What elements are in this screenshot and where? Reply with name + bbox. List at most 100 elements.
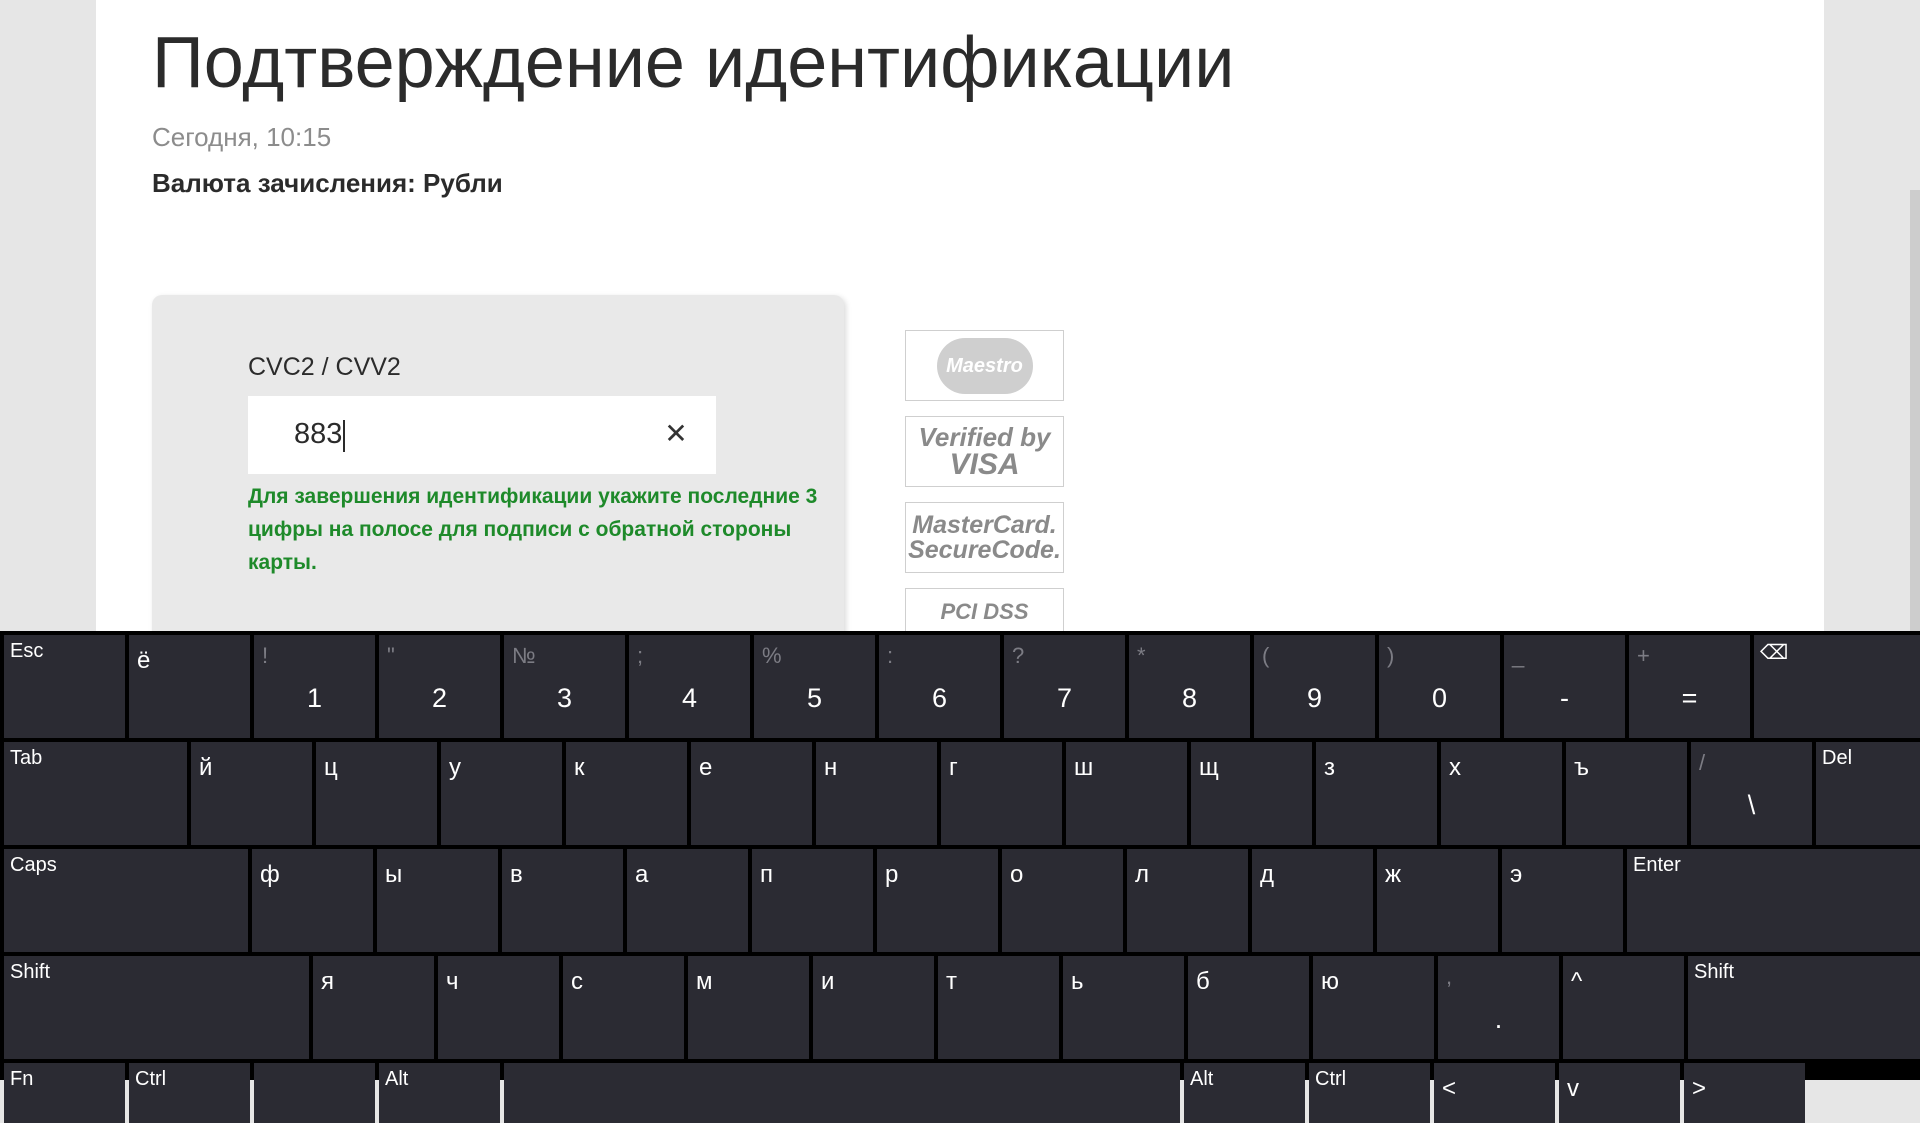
key-э[interactable]: э [1502, 849, 1623, 952]
key-ь[interactable]: ь [1063, 956, 1184, 1059]
key-blank[interactable] [254, 1063, 375, 1123]
key-в[interactable]: в [502, 849, 623, 952]
key-period[interactable]: ,. [1438, 956, 1559, 1059]
key-secondary-label: ? [1012, 643, 1025, 668]
text-caret [343, 419, 346, 452]
key-7[interactable]: ? 7 [1004, 635, 1125, 738]
key-ю[interactable]: ю [1313, 956, 1434, 1059]
key-а[interactable]: а [627, 849, 748, 952]
key-equals[interactable]: + = [1629, 635, 1750, 738]
key-о[interactable]: о [1002, 849, 1123, 952]
key-я[interactable]: я [313, 956, 434, 1059]
key-и[interactable]: и [813, 956, 934, 1059]
key-9[interactable]: (9 [1254, 635, 1375, 738]
key-т[interactable]: т [938, 956, 1059, 1059]
key-label: м [696, 968, 713, 995]
key-й[interactable]: й [191, 742, 312, 845]
key-label: 5 [806, 683, 823, 713]
key-secondary-label: % [762, 643, 782, 668]
key-4[interactable]: ; 4 [629, 635, 750, 738]
key-щ[interactable]: щ [1191, 742, 1312, 845]
key-label: Tab [10, 747, 43, 769]
key-ж[interactable]: ж [1377, 849, 1498, 952]
key-3[interactable]: № 3 [504, 635, 625, 738]
page-title: Подтверждение идентификации [152, 23, 1235, 103]
key-2[interactable]: " 2 [379, 635, 500, 738]
key-blank[interactable] [504, 1063, 1180, 1123]
key-esc[interactable]: Esc [4, 635, 125, 738]
key-secondary-label: ( [1262, 643, 1270, 668]
key-д[interactable]: д [1252, 849, 1373, 952]
key-ч[interactable]: ч [438, 956, 559, 1059]
maestro-logo: Maestro [905, 330, 1064, 401]
key-down[interactable]: v [1559, 1063, 1680, 1123]
key-ц[interactable]: ц [316, 742, 437, 845]
key-label: 9 [1306, 683, 1323, 713]
key-enter[interactable]: Enter [1627, 849, 1920, 952]
key-е[interactable]: е [691, 742, 812, 845]
key-left[interactable]: < [1434, 1063, 1555, 1123]
key-ф[interactable]: ф [252, 849, 373, 952]
key-label: х [1449, 754, 1461, 781]
key-ё[interactable]: ё [129, 635, 250, 738]
key-secondary-label: ! [262, 643, 269, 668]
key-6[interactable]: :6 [879, 635, 1000, 738]
key-8[interactable]: * 8 [1129, 635, 1250, 738]
key-secondary-label: : [887, 643, 894, 668]
key-р[interactable]: р [877, 849, 998, 952]
key-secondary-label: , [1446, 964, 1453, 989]
key-fn[interactable]: Fn [4, 1063, 125, 1123]
key-ы[interactable]: ы [377, 849, 498, 952]
key-label: е [699, 754, 713, 781]
key-right[interactable]: > [1684, 1063, 1805, 1123]
key-shift[interactable]: Shift [4, 956, 309, 1059]
key-х[interactable]: х [1441, 742, 1562, 845]
key-г[interactable]: г [941, 742, 1062, 845]
key-alt[interactable]: Alt [1184, 1063, 1305, 1123]
key-minus[interactable]: _ - [1504, 635, 1625, 738]
key-к[interactable]: к [566, 742, 687, 845]
cvc-input[interactable]: 883 ✕ [248, 396, 716, 474]
key-caps[interactable]: Caps [4, 849, 248, 952]
key-ctrl[interactable]: Ctrl [1309, 1063, 1430, 1123]
key-label: з [1324, 754, 1336, 781]
key-п[interactable]: п [752, 849, 873, 952]
key-м[interactable]: м [688, 956, 809, 1059]
key-secondary-label: / [1699, 750, 1706, 775]
key-ш[interactable]: ш [1066, 742, 1187, 845]
key-5[interactable]: % 5 [754, 635, 875, 738]
key-secondary-label: _ [1512, 643, 1525, 668]
key-del[interactable]: Del [1816, 742, 1920, 845]
key-shift[interactable]: Shift [1688, 956, 1920, 1059]
key-ctrl[interactable]: Ctrl [129, 1063, 250, 1123]
key-label: v [1567, 1075, 1579, 1102]
key-ъ[interactable]: ъ [1566, 742, 1687, 845]
key-б[interactable]: б [1188, 956, 1309, 1059]
key-label: р [885, 861, 899, 888]
key-label: ю [1321, 968, 1339, 995]
key-з[interactable]: з [1316, 742, 1437, 845]
key-0[interactable]: ) 0 [1379, 635, 1500, 738]
page-scrollbar[interactable] [1910, 190, 1920, 640]
web-page: Подтверждение идентификации Сегодня, 10:… [96, 0, 1824, 640]
key-label: ^ [1571, 968, 1583, 995]
key-label: э [1510, 861, 1523, 888]
key-label: 8 [1181, 683, 1198, 713]
key-с[interactable]: с [563, 956, 684, 1059]
key-backspace[interactable]: ⌫ [1754, 635, 1920, 738]
key-label: а [635, 861, 649, 888]
key-у[interactable]: у [441, 742, 562, 845]
key-л[interactable]: л [1127, 849, 1248, 952]
key-label: Enter [1633, 854, 1681, 876]
clear-input-icon[interactable]: ✕ [658, 416, 694, 452]
key-alt[interactable]: Alt [379, 1063, 500, 1123]
key-up[interactable]: ^ [1563, 956, 1684, 1059]
key-backslash[interactable]: / \ [1691, 742, 1812, 845]
key-1[interactable]: ! 1 [254, 635, 375, 738]
key-н[interactable]: н [816, 742, 937, 845]
key-tab[interactable]: Tab [4, 742, 187, 845]
key-label: й [199, 754, 213, 781]
cvc-hint: Для завершения идентификации укажите пос… [248, 485, 818, 574]
key-secondary-label: " [387, 643, 395, 668]
key-label: щ [1199, 754, 1219, 781]
